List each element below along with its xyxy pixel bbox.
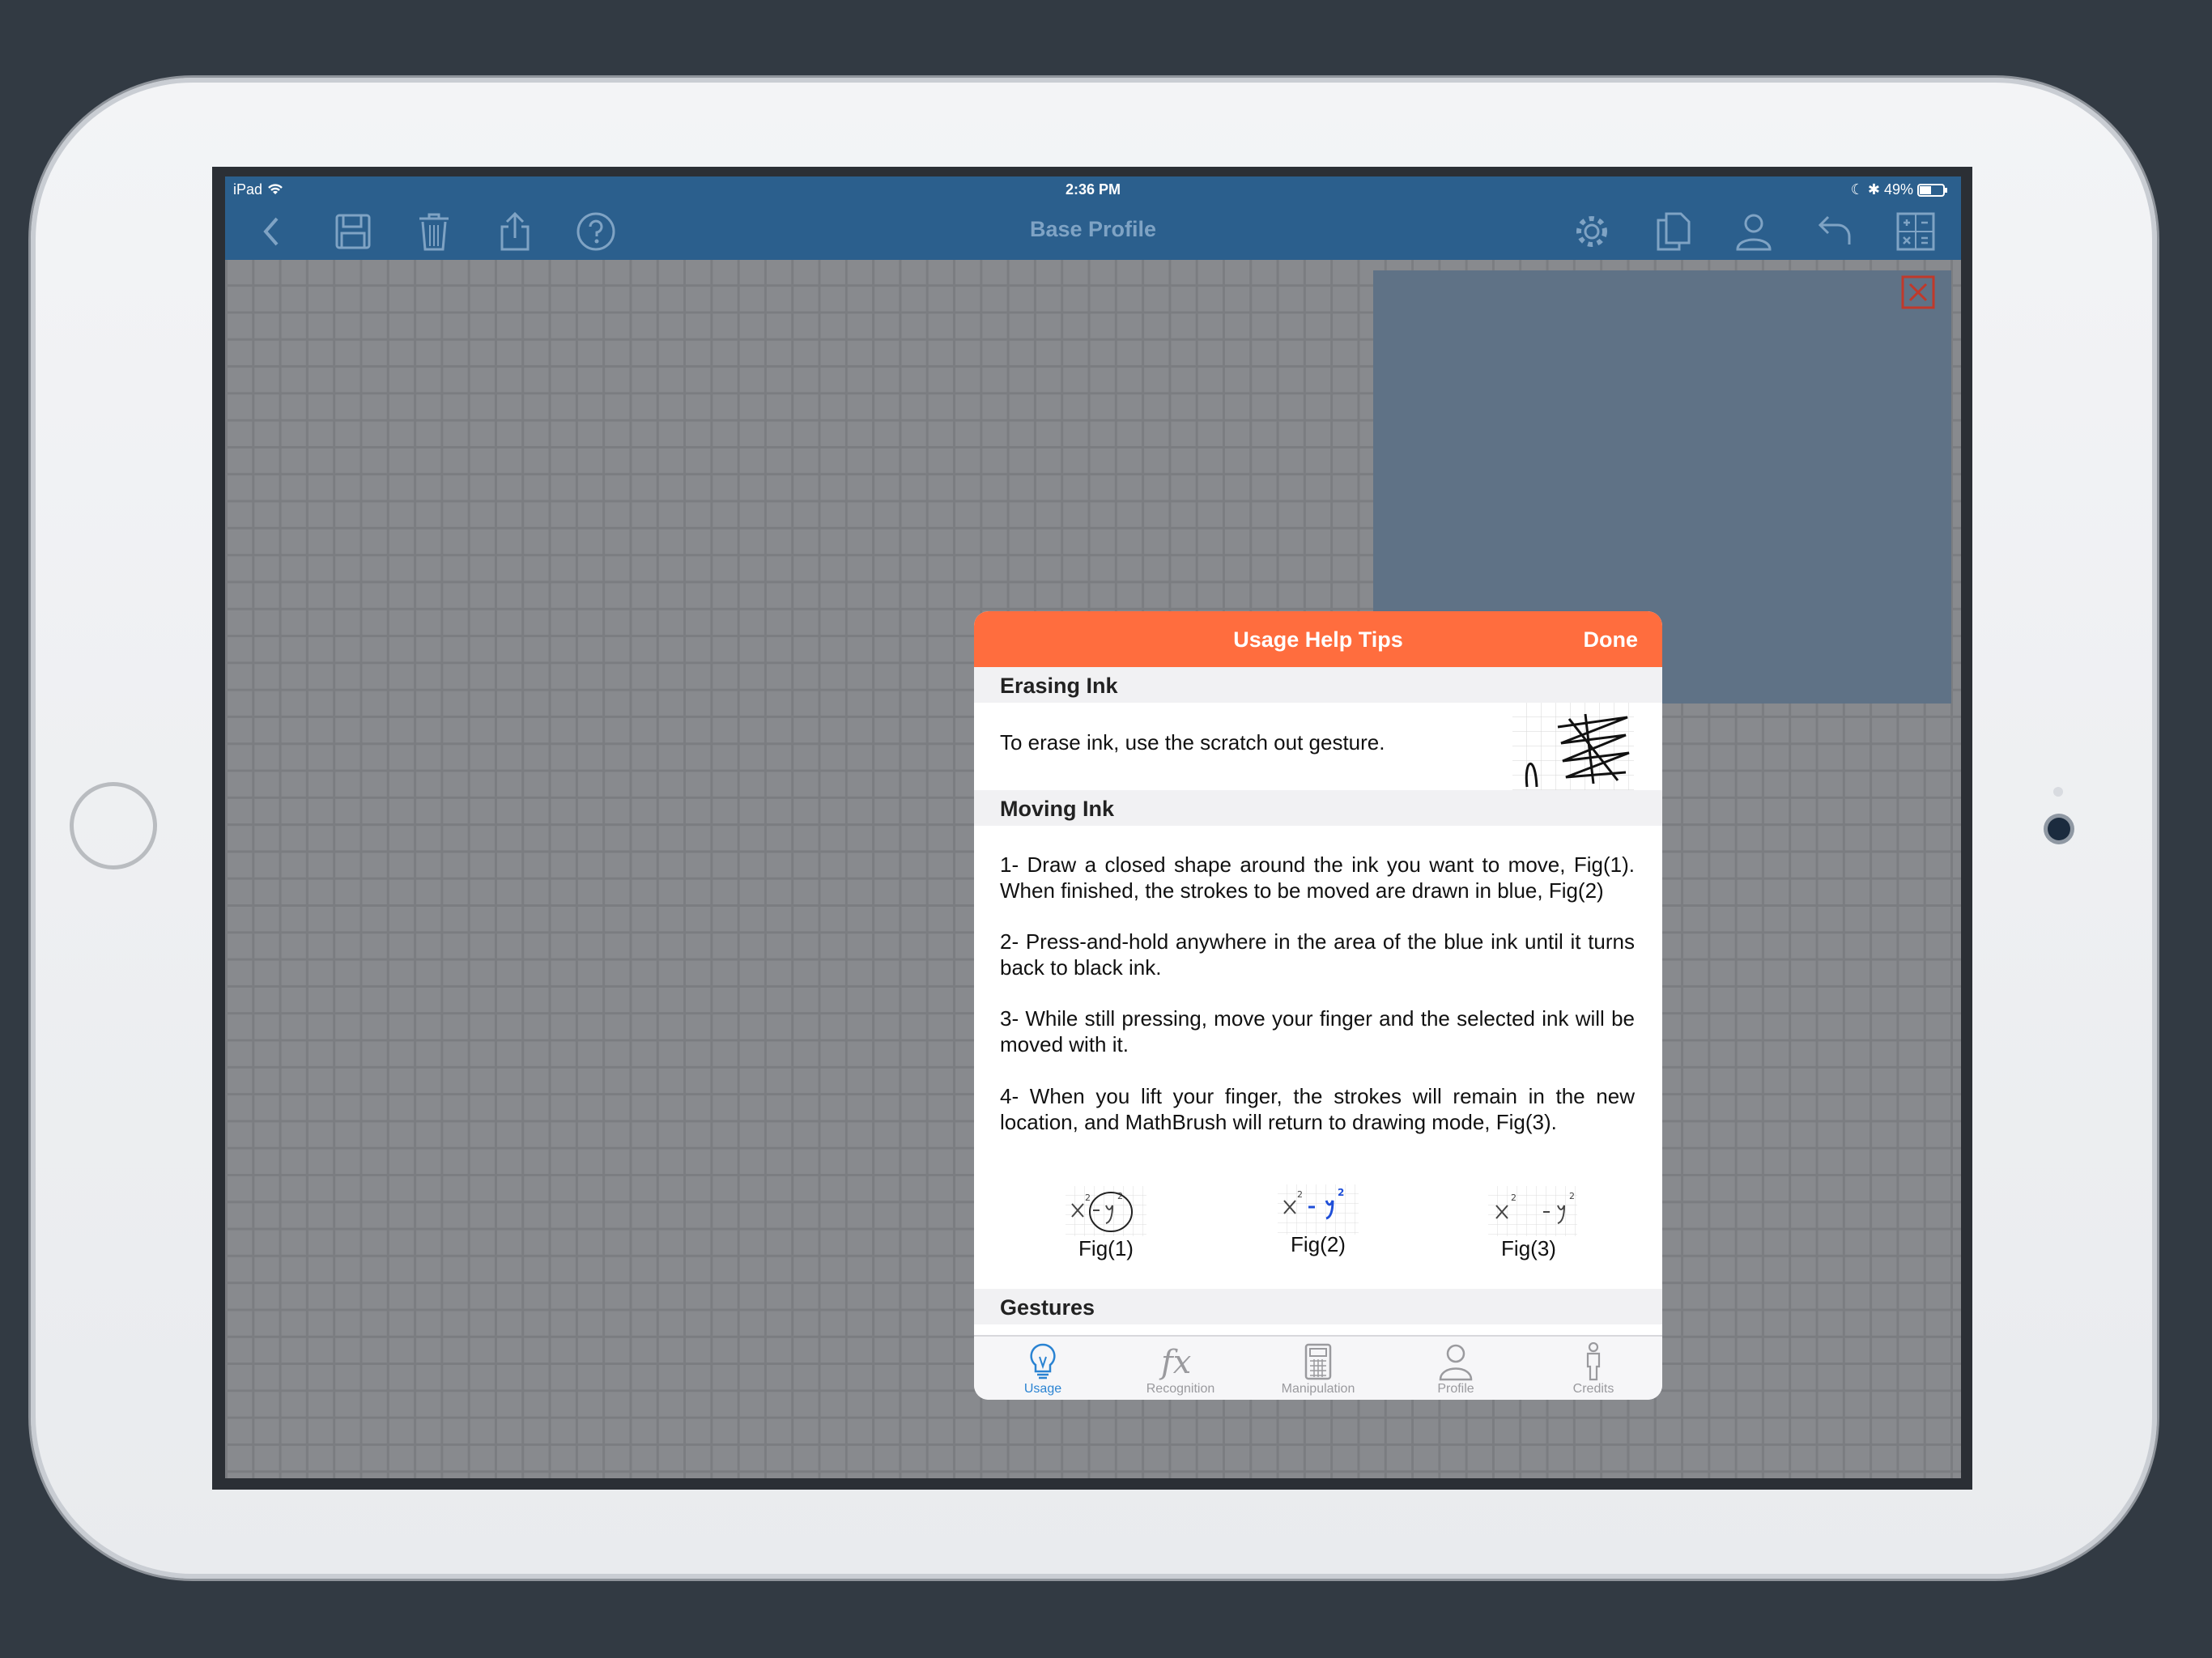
moving-step-2: 2- Press-and-hold anywhere in the area o… [1000, 929, 1635, 980]
sheet-header: Usage Help Tips Done [974, 611, 1662, 667]
status-time: 2:36 PM [1065, 181, 1121, 198]
section-header-erasing: Erasing Ink [974, 667, 1662, 703]
fig3-label: Fig(3) [1501, 1236, 1556, 1261]
fig1-label: Fig(1) [1078, 1236, 1134, 1261]
battery-icon [1917, 181, 1948, 198]
svg-text:fx: fx [1159, 1344, 1191, 1381]
help-sheet: Usage Help Tips Done Erasing Ink To eras… [974, 611, 1662, 1400]
tab-recognition[interactable]: fx Recognition [1112, 1337, 1249, 1400]
battery-percent: 49% [1883, 181, 1913, 198]
trash-icon[interactable] [410, 207, 458, 256]
person-icon [1431, 1341, 1480, 1382]
home-button[interactable] [70, 782, 157, 869]
tab-label: Credits [1572, 1382, 1614, 1396]
back-icon[interactable] [248, 207, 296, 256]
profile-icon[interactable] [1729, 207, 1778, 256]
screen: iPad 2:36 PM ☾ ✱ 49% Base Profile Usage … [225, 176, 1961, 1478]
moon-icon: ☾ [1850, 181, 1864, 198]
section-header-moving: Moving Ink [974, 790, 1662, 826]
tab-label: Manipulation [1281, 1382, 1355, 1396]
section-header-gestures: Gestures [974, 1289, 1662, 1324]
bluetooth-icon: ✱ [1867, 181, 1880, 198]
camera [2048, 818, 2070, 840]
tab-usage[interactable]: Usage [974, 1337, 1112, 1400]
save-icon[interactable] [329, 207, 377, 256]
tab-label: Profile [1437, 1382, 1474, 1396]
fx-icon: fx [1156, 1341, 1205, 1382]
fig1-image: 2 2 [1066, 1186, 1146, 1236]
share-icon[interactable] [491, 207, 539, 256]
moving-step-1: 1- Draw a closed shape around the ink yo… [1000, 852, 1635, 903]
svg-text:2: 2 [1569, 1191, 1575, 1201]
tab-profile[interactable]: Profile [1387, 1337, 1525, 1400]
nav-bar: iPad 2:36 PM ☾ ✱ 49% Base Profile [225, 176, 1961, 260]
tab-label: Recognition [1146, 1382, 1215, 1396]
svg-text:2: 2 [1297, 1189, 1303, 1200]
sensor-dot [2053, 787, 2063, 797]
section-title: Moving Ink [1000, 797, 1114, 821]
svg-text:2: 2 [1511, 1192, 1516, 1203]
tab-credits[interactable]: Credits [1525, 1337, 1662, 1400]
fig2-label: Fig(2) [1291, 1232, 1346, 1256]
lightbulb-icon [1019, 1341, 1067, 1382]
status-bar: iPad 2:36 PM ☾ ✱ 49% [225, 176, 1961, 201]
moving-step-3: 3- While still pressing, move your finge… [1000, 1006, 1635, 1056]
gear-icon[interactable] [1568, 207, 1616, 256]
calculator-icon[interactable] [1891, 207, 1940, 256]
copy-icon[interactable] [1648, 207, 1697, 256]
undo-icon[interactable] [1810, 207, 1859, 256]
tab-label: Usage [1023, 1382, 1062, 1396]
sheet-title: Usage Help Tips [1233, 627, 1403, 652]
close-icon[interactable] [1901, 275, 1935, 309]
scratch-gesture-image [1512, 703, 1634, 790]
fig3-image: 2 2 [1488, 1186, 1577, 1236]
svg-text:2: 2 [1085, 1192, 1091, 1203]
help-icon[interactable] [572, 207, 620, 256]
page-title: Base Profile [1029, 217, 1157, 241]
tab-manipulation[interactable]: Manipulation [1249, 1337, 1387, 1400]
section-title: Erasing Ink [1000, 674, 1118, 698]
help-tab-bar: Usage fx Recognition Manipulation Profil… [974, 1335, 1662, 1400]
svg-text:2: 2 [1338, 1187, 1344, 1198]
calculator-icon [1294, 1341, 1342, 1382]
status-right: ☾ ✱ 49% [1851, 181, 1948, 198]
fig2-image: 2 2 [1278, 1184, 1359, 1235]
moving-step-4: 4- When you lift your finger, the stroke… [1000, 1084, 1635, 1134]
done-button[interactable]: Done [1584, 627, 1639, 653]
section-title: Gestures [1000, 1295, 1095, 1320]
standing-person-icon [1569, 1341, 1618, 1382]
